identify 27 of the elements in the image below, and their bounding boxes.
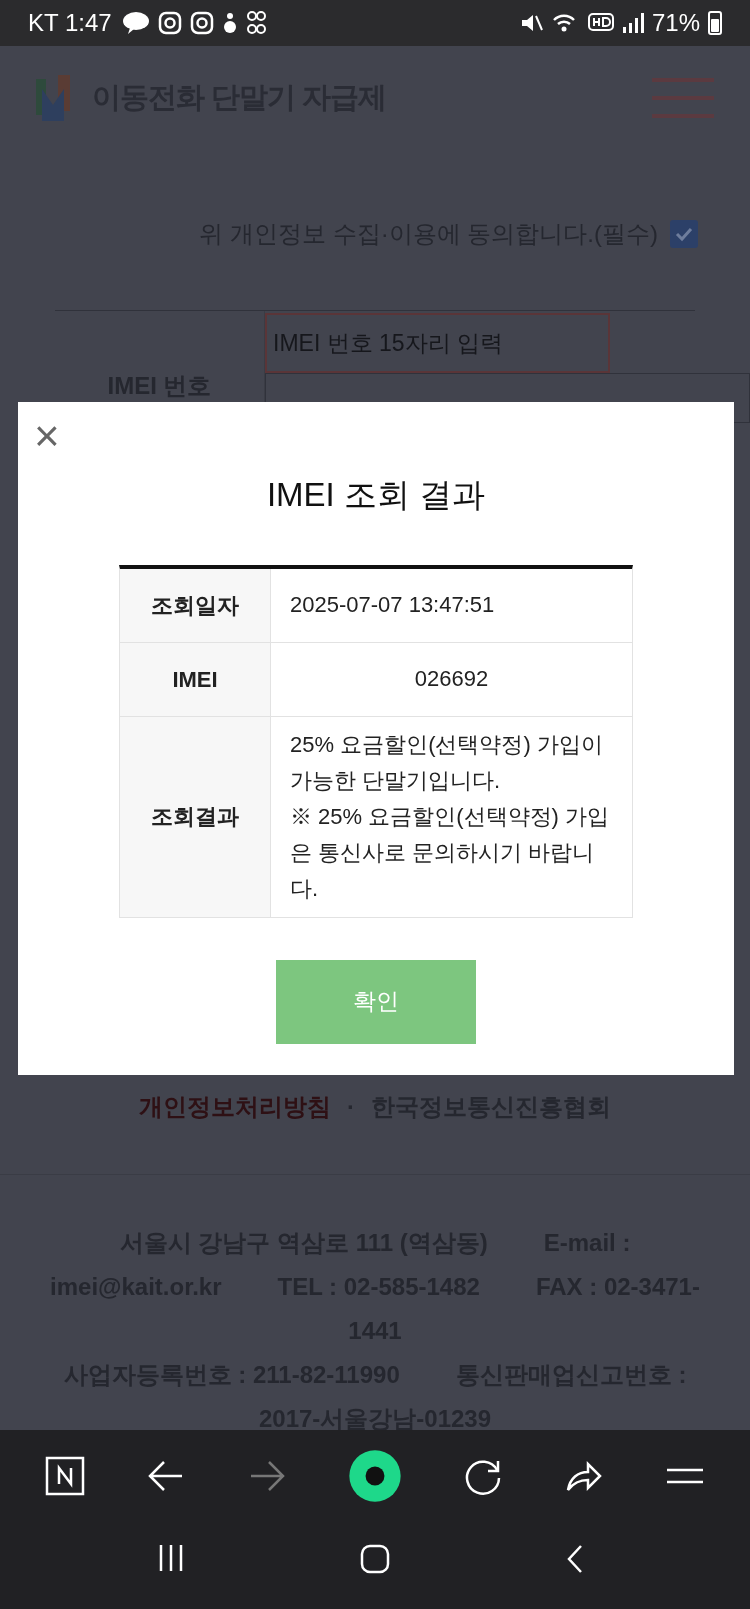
dialog-title: IMEI 조회 결과 [266,475,486,515]
confirm-button[interactable]: 확인 [276,959,476,1044]
row-label: 조회일자 [120,568,271,642]
chat-icon [121,11,150,35]
ring-icon[interactable] [348,1449,402,1503]
camera-icon [189,11,214,35]
footer-link[interactable]: 개인정보처리방침 [139,1089,331,1125]
mute-icon [519,12,544,34]
consent-checkbox[interactable] [670,220,698,248]
separator-dot: · [347,1092,355,1122]
row-value: 25% 요금할인(선택약정) 가입이 가능한 단말기입니다. [290,730,604,795]
home-icon[interactable] [359,1542,391,1575]
signal-icon [621,12,644,34]
drop-icon [221,11,238,35]
logo-icon [36,75,70,121]
camera-icon [157,11,182,35]
row-value: 026692 [413,665,490,693]
row-value: ※ 25% 요금할인(선택약정) 가입은 통신사로 문의하시기 바랍니다. [290,802,611,903]
battery-icon [708,11,722,35]
battery-percent: 71% [651,8,700,38]
n-logo-icon[interactable] [44,1456,85,1496]
dots-icon [245,10,268,36]
status-time: KT 1:47 [28,8,112,38]
row-label: 조회결과 [120,716,271,917]
row-value: 2025-07-07 13:47:51 [290,591,496,619]
row-label: IMEI [120,642,271,716]
hd-icon [587,12,614,34]
